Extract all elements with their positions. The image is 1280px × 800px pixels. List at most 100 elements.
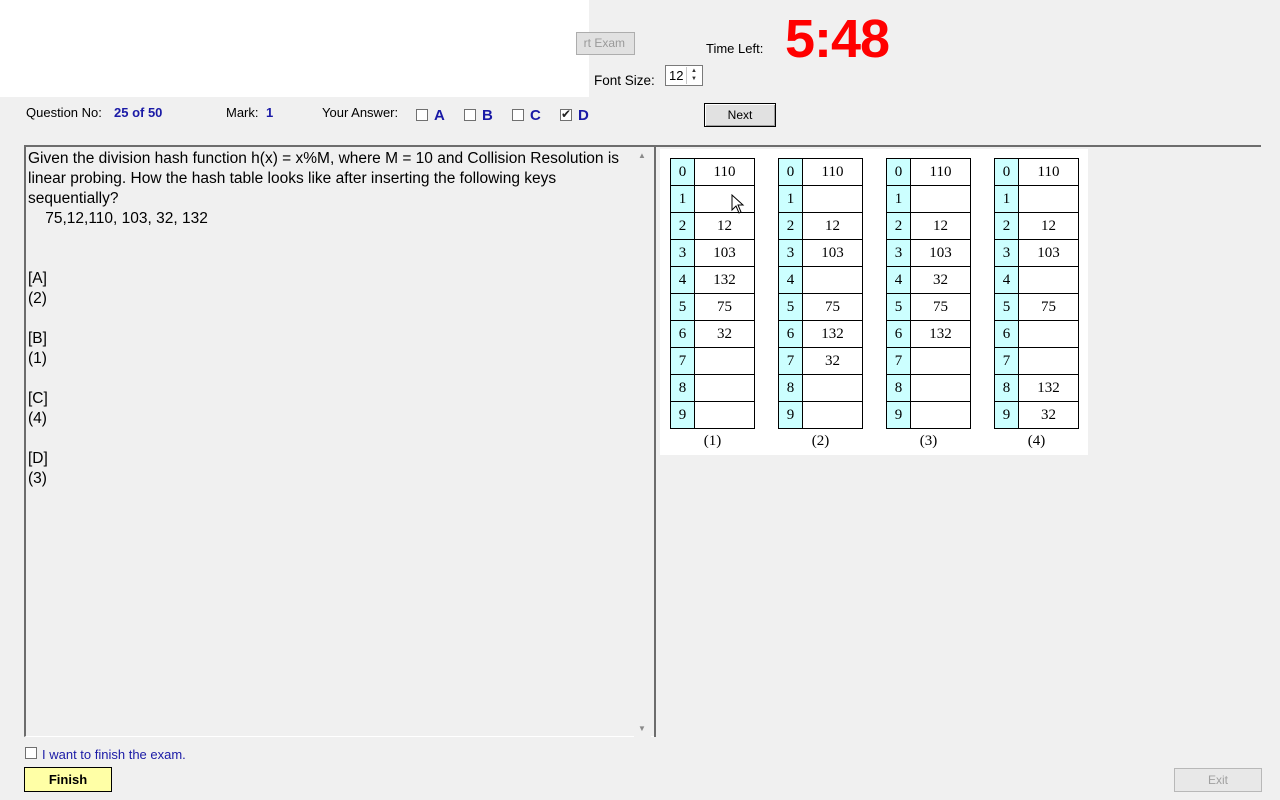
hash-value-cell: 110 [694, 158, 755, 186]
answer-letter-c[interactable]: C [530, 107, 541, 124]
hash-value-cell: 103 [694, 239, 755, 267]
hash-value-cell: 110 [1018, 158, 1079, 186]
hash-table-caption: (3) [886, 428, 971, 455]
hash-index-cell: 1 [994, 185, 1019, 213]
answer-checkbox-c[interactable] [512, 109, 524, 121]
hash-row: 2 12 [994, 212, 1079, 240]
hash-index-cell: 2 [778, 212, 803, 240]
hash-index-cell: 8 [670, 374, 695, 402]
hash-table-caption: (2) [778, 428, 863, 455]
hash-value-cell: 103 [910, 239, 971, 267]
hash-row: 0 110 [994, 158, 1079, 186]
hash-row: 6 [994, 320, 1079, 348]
hash-index-cell: 7 [886, 347, 911, 375]
question-no-value: 25 of 50 [114, 105, 163, 120]
hash-value-cell [1018, 347, 1079, 375]
hash-value-cell [910, 347, 971, 375]
hash-index-cell: 9 [670, 401, 695, 429]
hash-value-cell [910, 401, 971, 429]
font-size-spinner[interactable]: 12 ▲ ▼ [665, 65, 703, 86]
hash-value-cell [694, 347, 755, 375]
spin-up-icon[interactable]: ▲ [687, 67, 701, 75]
hash-row: 3 103 [670, 239, 755, 267]
hash-value-cell [802, 266, 863, 294]
hash-value-cell: 75 [1018, 293, 1079, 321]
hash-value-cell: 32 [1018, 401, 1079, 429]
hash-row: 8 132 [994, 374, 1079, 402]
hash-index-cell: 7 [994, 347, 1019, 375]
finish-exam-checkbox[interactable] [25, 747, 37, 759]
hash-index-cell: 6 [994, 320, 1019, 348]
question-panel[interactable]: Given the division hash function h(x) = … [24, 145, 654, 737]
scroll-down-icon[interactable]: ▼ [638, 724, 646, 733]
hash-value-cell: 32 [910, 266, 971, 294]
spinner-arrows[interactable]: ▲ ▼ [686, 67, 701, 84]
hash-index-cell: 4 [778, 266, 803, 294]
hash-value-cell [1018, 320, 1079, 348]
hash-row: 9 [670, 401, 755, 429]
hash-value-cell: 132 [694, 266, 755, 294]
font-size-value: 12 [669, 68, 684, 83]
mouse-cursor-icon [731, 194, 745, 214]
hash-row: 5 75 [670, 293, 755, 321]
hash-index-cell: 5 [886, 293, 911, 321]
hash-row: 4 132 [670, 266, 755, 294]
hash-value-cell: 75 [694, 293, 755, 321]
start-exam-button[interactable]: rt Exam [576, 32, 635, 55]
hash-row: 2 12 [886, 212, 971, 240]
hash-index-cell: 4 [994, 266, 1019, 294]
hash-index-cell: 7 [670, 347, 695, 375]
hash-row: 3 103 [886, 239, 971, 267]
hash-value-cell: 75 [802, 293, 863, 321]
hash-row: 0 110 [778, 158, 863, 186]
question-scrollbar[interactable]: ▲ ▼ [634, 147, 651, 737]
hash-value-cell: 12 [910, 212, 971, 240]
scroll-up-icon[interactable]: ▲ [638, 151, 646, 160]
hash-index-cell: 1 [886, 185, 911, 213]
answer-checkbox-a[interactable] [416, 109, 428, 121]
answer-checkbox-d[interactable] [560, 107, 572, 121]
next-button[interactable]: Next [704, 103, 776, 127]
answer-letter-d[interactable]: D [578, 107, 589, 124]
hash-value-cell [802, 401, 863, 429]
hash-row: 9 [778, 401, 863, 429]
answer-letter-a[interactable]: A [434, 107, 445, 124]
hash-index-cell: 3 [670, 239, 695, 267]
hash-index-cell: 5 [670, 293, 695, 321]
countdown-timer: 5:48 [785, 9, 890, 69]
hash-index-cell: 9 [778, 401, 803, 429]
hash-value-cell: 132 [1018, 374, 1079, 402]
hash-index-cell: 2 [670, 212, 695, 240]
hash-row: 1 [778, 185, 863, 213]
hash-row: 5 75 [994, 293, 1079, 321]
answer-checkbox-b[interactable] [464, 109, 476, 121]
hash-table-3: 0 110 1 2 12 3 103 4 32 5 75 6 132 7 8 9 (3) [886, 158, 971, 455]
hash-index-cell: 0 [886, 158, 911, 186]
hash-row: 9 32 [994, 401, 1079, 429]
finish-button[interactable]: Finish [24, 767, 112, 792]
hash-value-cell: 75 [910, 293, 971, 321]
hash-value-cell: 132 [802, 320, 863, 348]
exit-button[interactable]: Exit [1174, 768, 1262, 792]
hash-value-cell [802, 185, 863, 213]
hash-index-cell: 1 [778, 185, 803, 213]
finish-exam-checkbox-label[interactable]: I want to finish the exam. [42, 747, 186, 762]
hash-index-cell: 9 [886, 401, 911, 429]
spin-down-icon[interactable]: ▼ [687, 75, 701, 83]
hash-row: 6 32 [670, 320, 755, 348]
blank-header-area [0, 0, 589, 97]
hash-row: 4 32 [886, 266, 971, 294]
your-answer-label: Your Answer: [322, 105, 399, 120]
hash-index-cell: 3 [994, 239, 1019, 267]
hash-index-cell: 7 [778, 347, 803, 375]
hash-row: 9 [886, 401, 971, 429]
question-text: Given the division hash function h(x) = … [28, 150, 620, 487]
hash-table-caption: (1) [670, 428, 755, 455]
answer-letter-b[interactable]: B [482, 107, 493, 124]
figure-panel: 0 110 1 2 12 3 103 4 132 5 75 6 32 7 8 9 (1) 0 110 1 2 12 3 10… [654, 145, 1261, 737]
hash-row: 7 [994, 347, 1079, 375]
hash-row: 8 [778, 374, 863, 402]
hash-value-cell: 32 [802, 347, 863, 375]
hash-table-caption: (4) [994, 428, 1079, 455]
hash-row: 3 103 [778, 239, 863, 267]
